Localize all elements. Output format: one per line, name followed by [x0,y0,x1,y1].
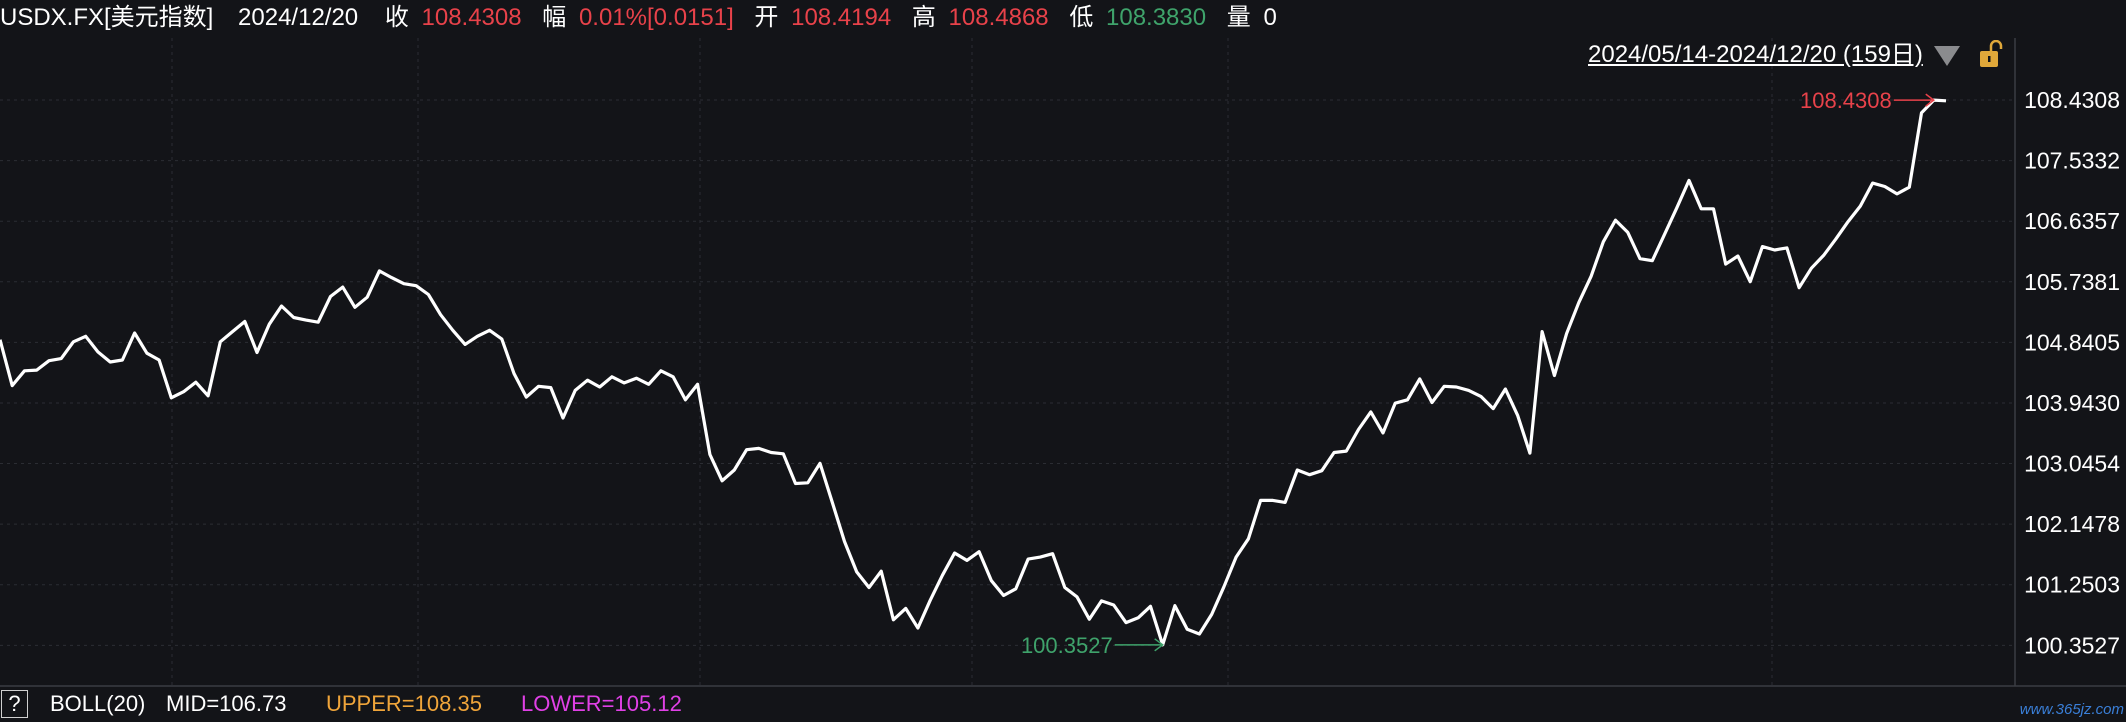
boll-lower: LOWER=105.12 [521,691,682,716]
boll-upper: UPPER=108.35 [326,691,482,716]
watermark: www.365jz.com [2019,701,2124,718]
y-tick-label: 105.7381 [2024,269,2120,295]
y-tick-label: 104.8405 [2024,329,2120,355]
price-series-line [0,98,1947,647]
indicator-bar: BOLL(20) MID=106.73 UPPER=108.35 LOWER=1… [0,686,2126,722]
triangle-down-icon[interactable] [1934,46,1960,66]
y-tick-label: 103.9430 [2024,390,2120,416]
y-tick-label: 103.0454 [2024,451,2120,477]
date-range-selector[interactable]: 2024/05/14-2024/12/20 (159日) [1588,38,1923,72]
y-tick-label: 100.3527 [2024,632,2120,658]
y-tick-label: 102.1478 [2024,511,2120,537]
y-tick-label: 107.5332 [2024,148,2120,174]
boll-mid: MID=106.73 [166,691,287,716]
boll-label: BOLL(20) [50,691,146,716]
y-tick-label: 106.6357 [2024,208,2120,234]
y-tick-label: 108.4308 [2024,87,2120,113]
high-value-label: 108.4308 [1800,88,1892,113]
padlock-open-icon[interactable] [1977,40,2005,70]
price-chart[interactable]: 108.4308 107.5332 106.6357 105.7381 104.8405… [0,0,2126,722]
low-value-label: 100.3527 [1021,633,1113,658]
y-tick-label: 101.2503 [2024,572,2120,598]
